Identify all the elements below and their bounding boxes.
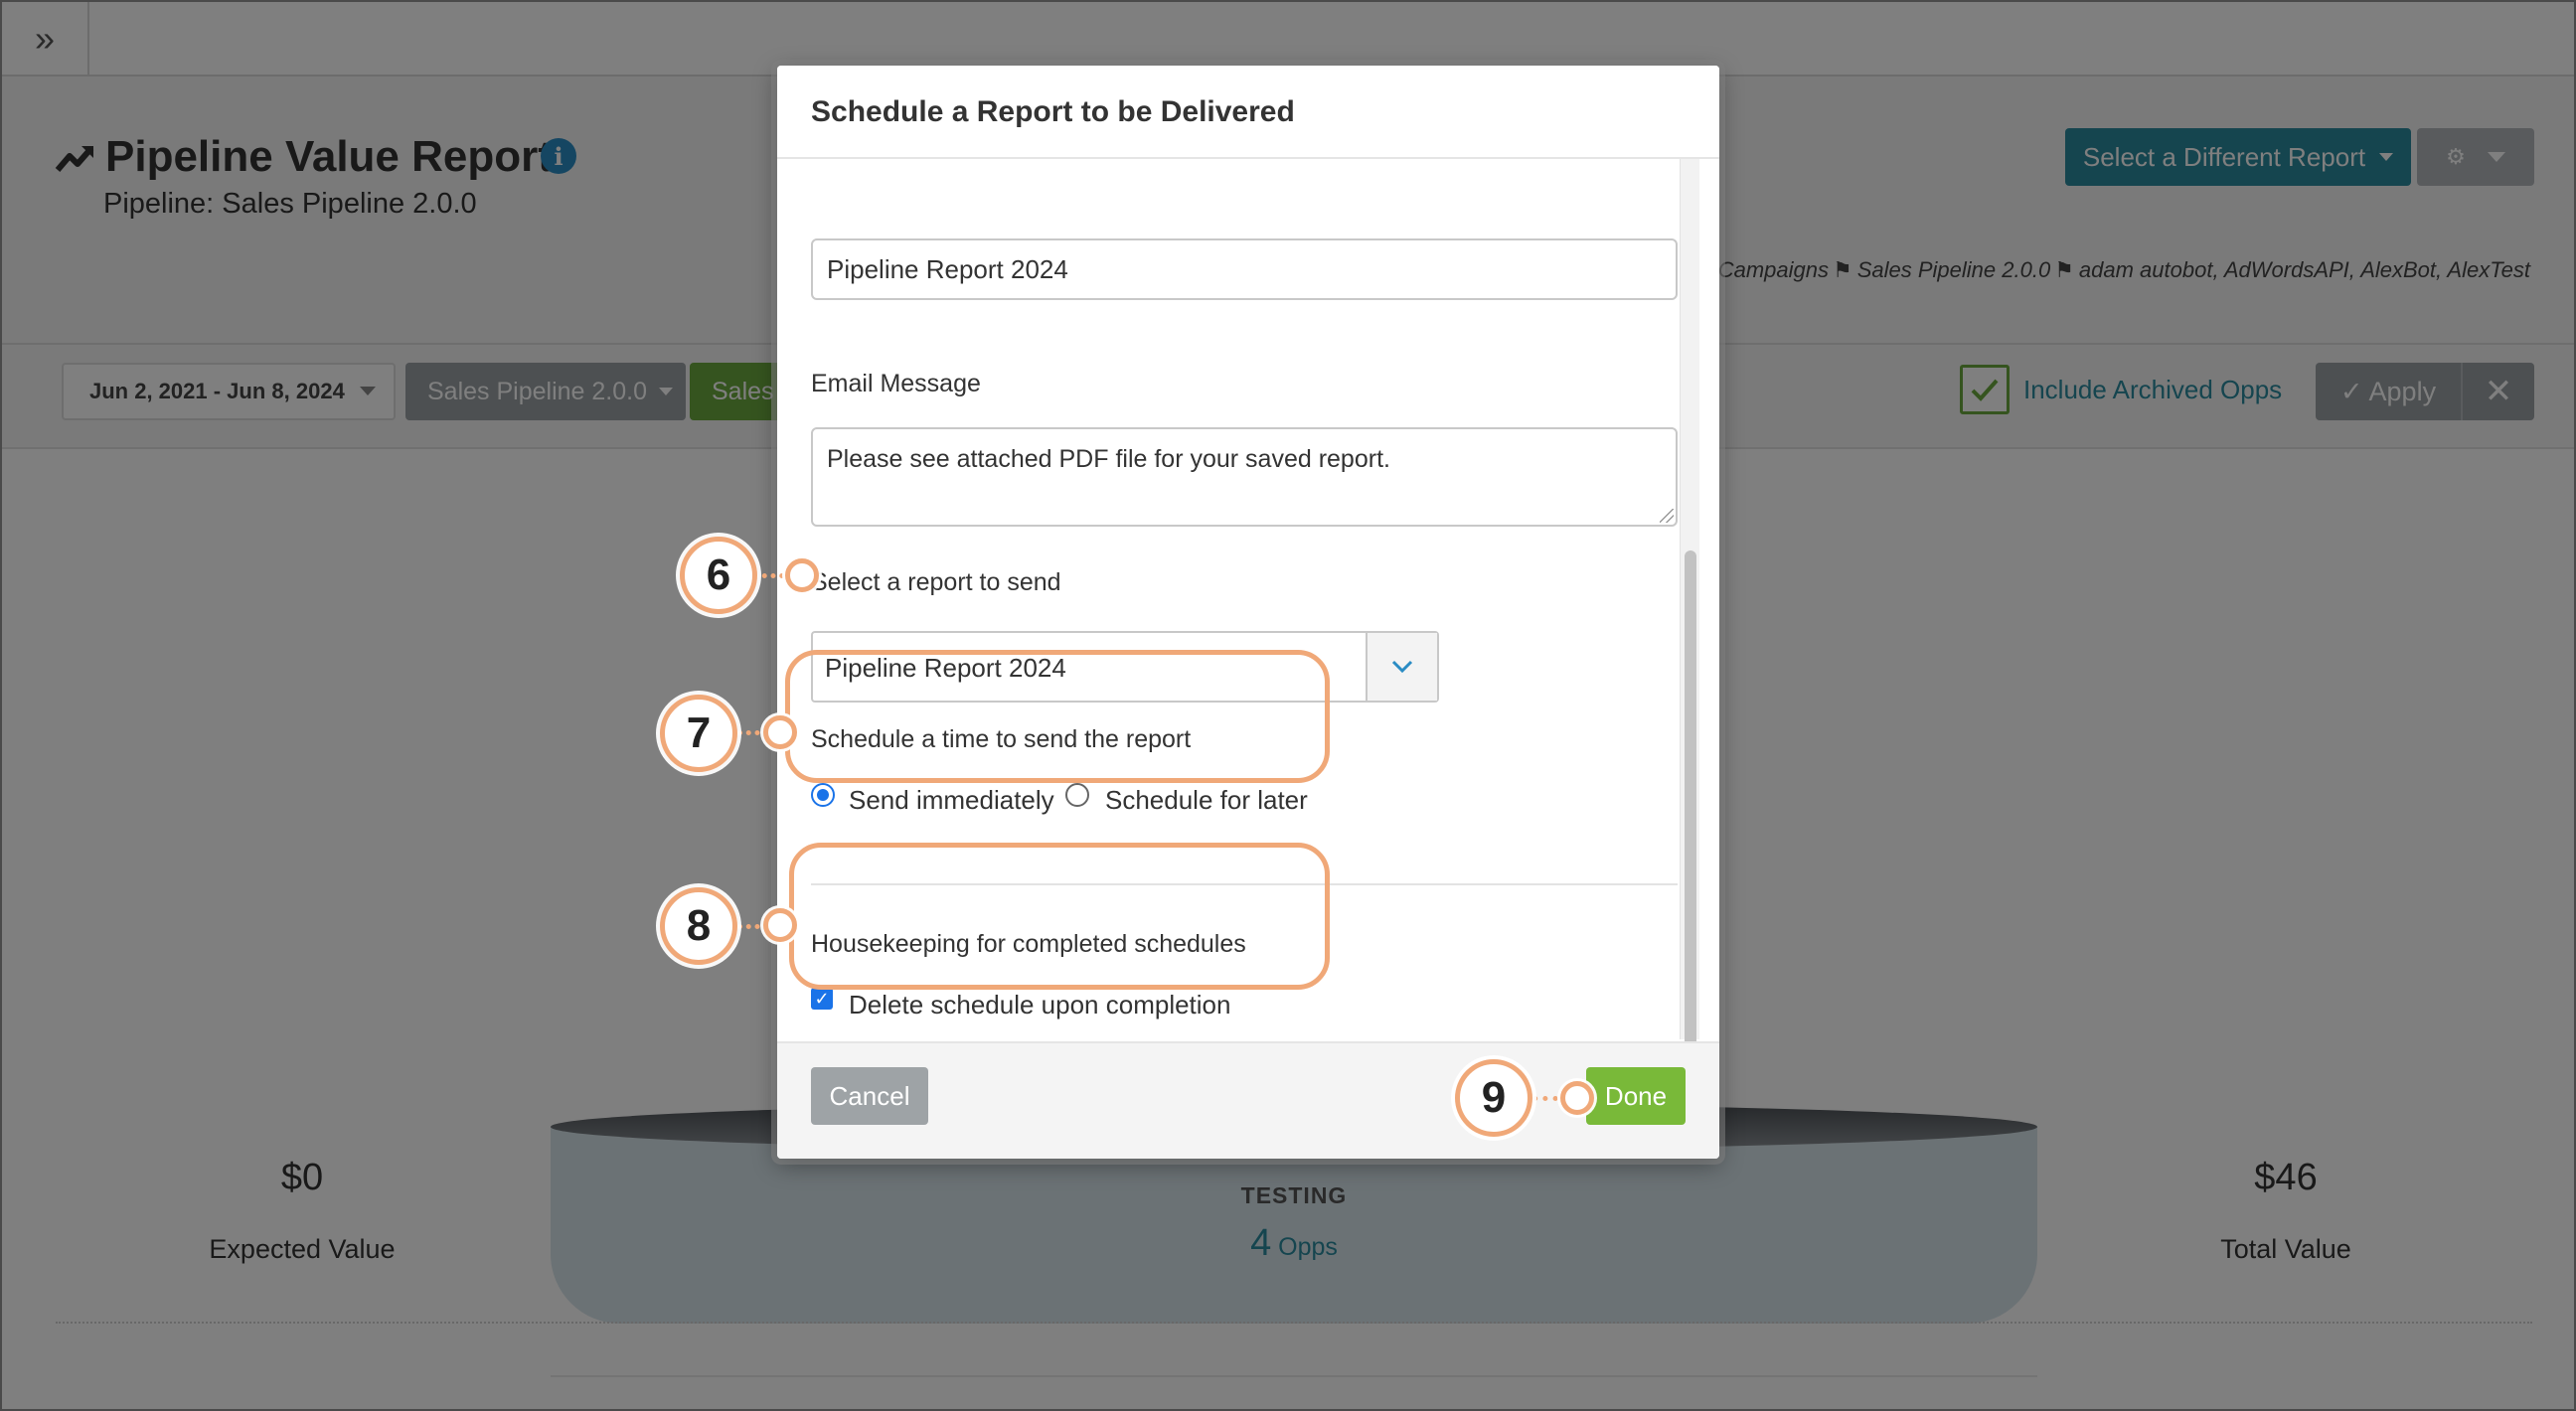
step-9-badge: 9 — [1455, 1059, 1532, 1137]
schedule-later-radio[interactable] — [1065, 783, 1089, 807]
modal-scrollbar[interactable] — [1680, 159, 1699, 1099]
callout-dot — [785, 558, 819, 592]
delete-schedule-label[interactable]: Delete schedule upon completion — [849, 990, 1230, 1020]
schedule-report-modal: Schedule a Report to be Delivered Pipeli… — [777, 66, 1719, 1159]
chevron-down-icon — [1391, 660, 1413, 674]
step-7-badge: 7 — [660, 695, 737, 772]
report-select-toggle[interactable] — [1366, 633, 1437, 701]
app-window: » Pipeline Value Report i Pipeline: Sale… — [0, 0, 2576, 1411]
modal-title: Schedule a Report to be Delivered — [811, 95, 1295, 128]
send-immediately-label[interactable]: Send immediately — [849, 785, 1054, 816]
done-button[interactable]: Done — [1586, 1067, 1686, 1125]
schedule-later-label[interactable]: Schedule for later — [1105, 785, 1308, 816]
delete-schedule-checkbox[interactable]: ✓ — [811, 988, 833, 1010]
callout-dot — [763, 908, 797, 942]
email-message-textarea[interactable]: Please see attached PDF file for your sa… — [811, 427, 1678, 527]
select-report-label: Select a report to send — [811, 568, 1061, 596]
scrollbar-thumb[interactable] — [1685, 550, 1696, 1099]
send-immediately-radio[interactable] — [811, 783, 835, 807]
callout-dot — [763, 715, 797, 749]
callout-box-housekeeping — [789, 843, 1330, 990]
step-8-badge: 8 — [660, 887, 737, 965]
report-name-value: Pipeline Report 2024 — [827, 254, 1068, 284]
cancel-button[interactable]: Cancel — [811, 1067, 928, 1125]
resize-handle-icon[interactable] — [1660, 509, 1674, 523]
modal-header: Schedule a Report to be Delivered — [777, 66, 1719, 159]
report-name-field[interactable]: Pipeline Report 2024 — [811, 238, 1678, 300]
step-6-badge: 6 — [680, 537, 757, 614]
email-message-label: Email Message — [811, 370, 981, 397]
callout-dot — [1560, 1081, 1594, 1115]
email-message-value: Please see attached PDF file for your sa… — [827, 445, 1390, 473]
callout-box-schedule — [785, 650, 1330, 783]
